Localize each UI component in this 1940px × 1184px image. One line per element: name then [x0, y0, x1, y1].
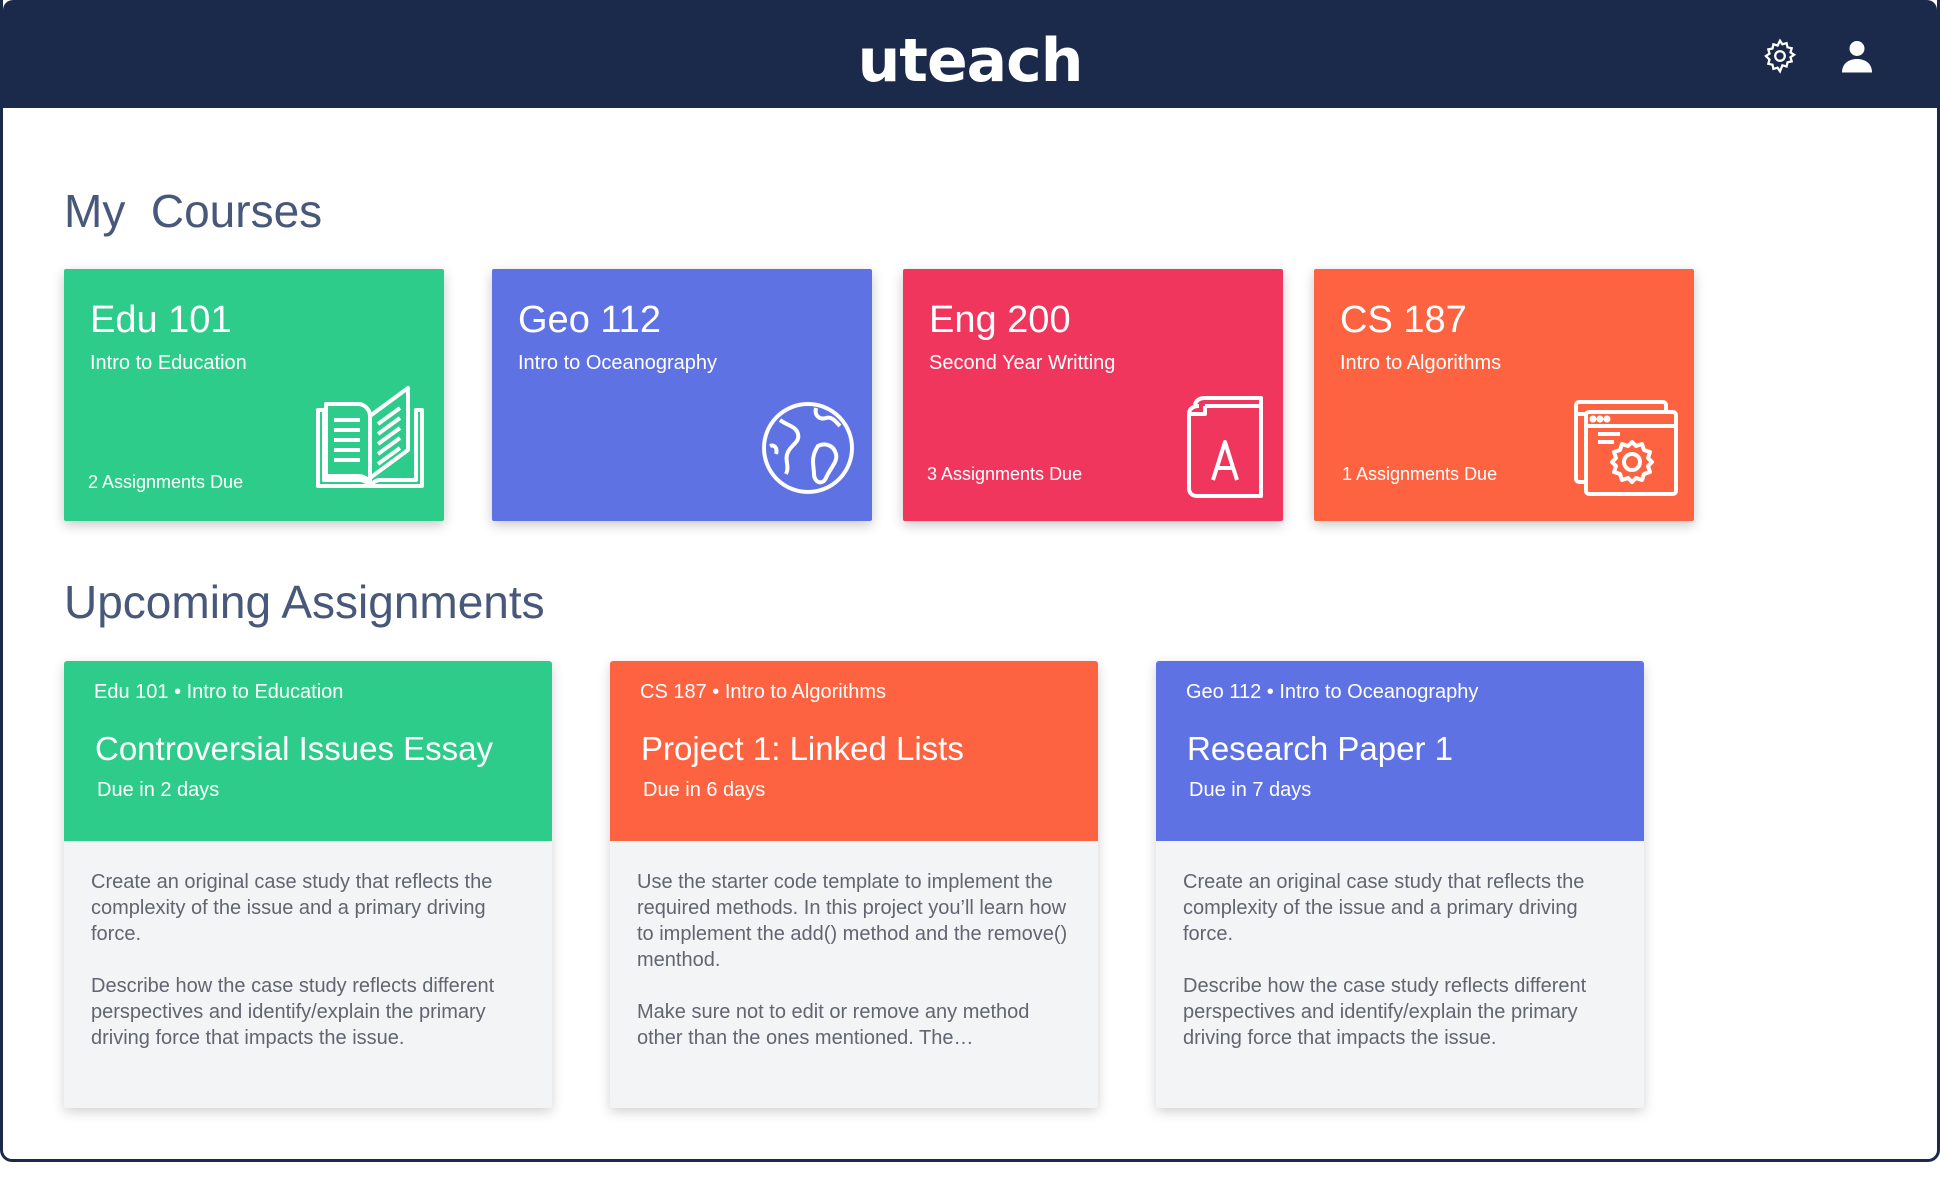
- my-courses-heading: My Courses: [64, 185, 323, 237]
- course-name: Intro to Oceanography: [518, 352, 718, 374]
- assignment-title: Research Paper 1: [1187, 730, 1453, 767]
- app-logo[interactable]: uteach: [3, 26, 1937, 96]
- assignments-due-count: 3 Assignments Due: [927, 464, 1083, 484]
- assignment-course: Edu 101 • Intro to Education: [94, 681, 344, 703]
- assignment-card[interactable]: Geo 112 • Intro to Oceanography Research…: [1156, 661, 1644, 1108]
- description-paragraph: Describe how the case study reflects dif…: [91, 975, 495, 1049]
- course-card-cs187[interactable]: CS 187 Intro to Algorithms 1 Assignments…: [1314, 269, 1694, 521]
- upcoming-assignments-heading: Upcoming Assignments: [64, 576, 545, 628]
- globe-icon: [760, 400, 856, 501]
- assignment-due: Due in 7 days: [1189, 779, 1312, 801]
- course-name: Second Year Writting: [929, 352, 1116, 374]
- assignment-header: Geo 112 • Intro to Oceanography Research…: [1156, 661, 1644, 841]
- assignment-course: Geo 112 • Intro to Oceanography: [1186, 681, 1479, 703]
- course-name: Intro to Algorithms: [1340, 352, 1502, 374]
- top-navigation-bar: uteach: [3, 0, 1937, 108]
- assignment-due: Due in 6 days: [643, 779, 766, 801]
- app-window: uteach My Courses Edu 101 Intro to Educa…: [0, 0, 1940, 1162]
- assignments-due-count: 2 Assignments Due: [88, 472, 244, 492]
- assignment-description: Create an original case study that refle…: [91, 869, 524, 1077]
- browser-gear-icon: [1574, 400, 1678, 501]
- assignment-header: CS 187 • Intro to Algorithms Project 1: …: [610, 661, 1098, 841]
- assignment-title: Controversial Issues Essay: [95, 730, 493, 767]
- course-card-geo112[interactable]: Geo 112 Intro to Oceanography: [492, 269, 872, 521]
- course-card-edu101[interactable]: Edu 101 Intro to Education 2 Assignments…: [64, 269, 444, 521]
- letter-book-icon: [1185, 396, 1265, 503]
- assignment-card[interactable]: Edu 101 • Intro to Education Controversi…: [64, 661, 552, 1108]
- assignment-header: Edu 101 • Intro to Education Controversi…: [64, 661, 552, 841]
- description-paragraph: Make sure not to edit or remove any meth…: [637, 1001, 1030, 1049]
- user-profile-icon[interactable]: [1839, 38, 1875, 74]
- description-paragraph: Create an original case study that refle…: [91, 871, 493, 945]
- course-card-eng200[interactable]: Eng 200 Second Year Writting 3 Assignmen…: [903, 269, 1283, 521]
- course-code: Geo 112: [518, 299, 661, 341]
- assignment-card[interactable]: CS 187 • Intro to Algorithms Project 1: …: [610, 661, 1098, 1108]
- description-paragraph: Use the starter code template to impleme…: [637, 871, 1068, 971]
- assignment-description: Use the starter code template to impleme…: [637, 869, 1070, 1077]
- open-book-icon: [314, 384, 426, 501]
- assignment-course: CS 187 • Intro to Algorithms: [640, 681, 887, 703]
- assignment-title: Project 1: Linked Lists: [641, 730, 964, 767]
- course-code: CS 187: [1340, 299, 1467, 341]
- assignments-due-count: 1 Assignments Due: [1342, 464, 1498, 484]
- description-paragraph: Create an original case study that refle…: [1183, 871, 1585, 945]
- assignment-description: Create an original case study that refle…: [1183, 869, 1616, 1077]
- description-paragraph: Describe how the case study reflects dif…: [1183, 975, 1587, 1049]
- course-code: Edu 101: [90, 299, 232, 341]
- course-code: Eng 200: [929, 299, 1071, 341]
- assignment-due: Due in 2 days: [97, 779, 220, 801]
- settings-gear-icon[interactable]: [1762, 38, 1798, 74]
- course-name: Intro to Education: [90, 352, 247, 374]
